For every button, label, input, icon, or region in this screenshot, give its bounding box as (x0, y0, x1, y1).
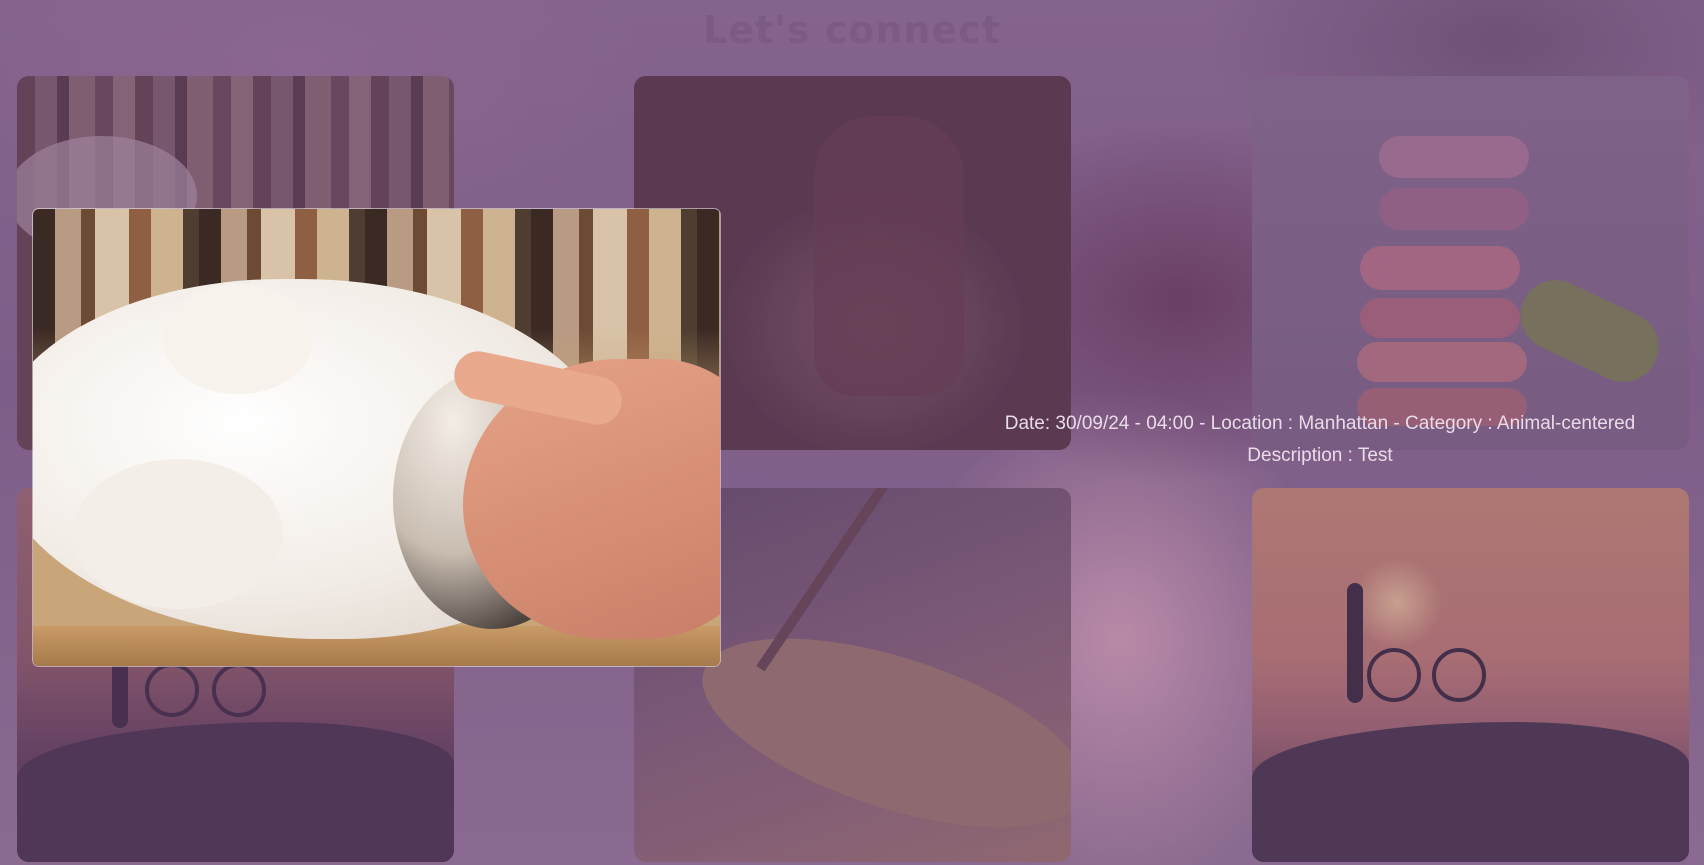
enlarged-photo[interactable] (33, 209, 720, 666)
page-title: Let's connect (703, 8, 1001, 52)
gallery-tile-cyclist-right[interactable] (1252, 488, 1689, 862)
photo-description: Description : Test (1247, 445, 1393, 466)
gallery-tile-macarons[interactable] (1252, 76, 1689, 450)
photo-meta: Date: 30/09/24 - 04:00 - Location : Manh… (1004, 413, 1636, 434)
photo-caption: Date: 30/09/24 - 04:00 - Location : Manh… (940, 408, 1700, 472)
